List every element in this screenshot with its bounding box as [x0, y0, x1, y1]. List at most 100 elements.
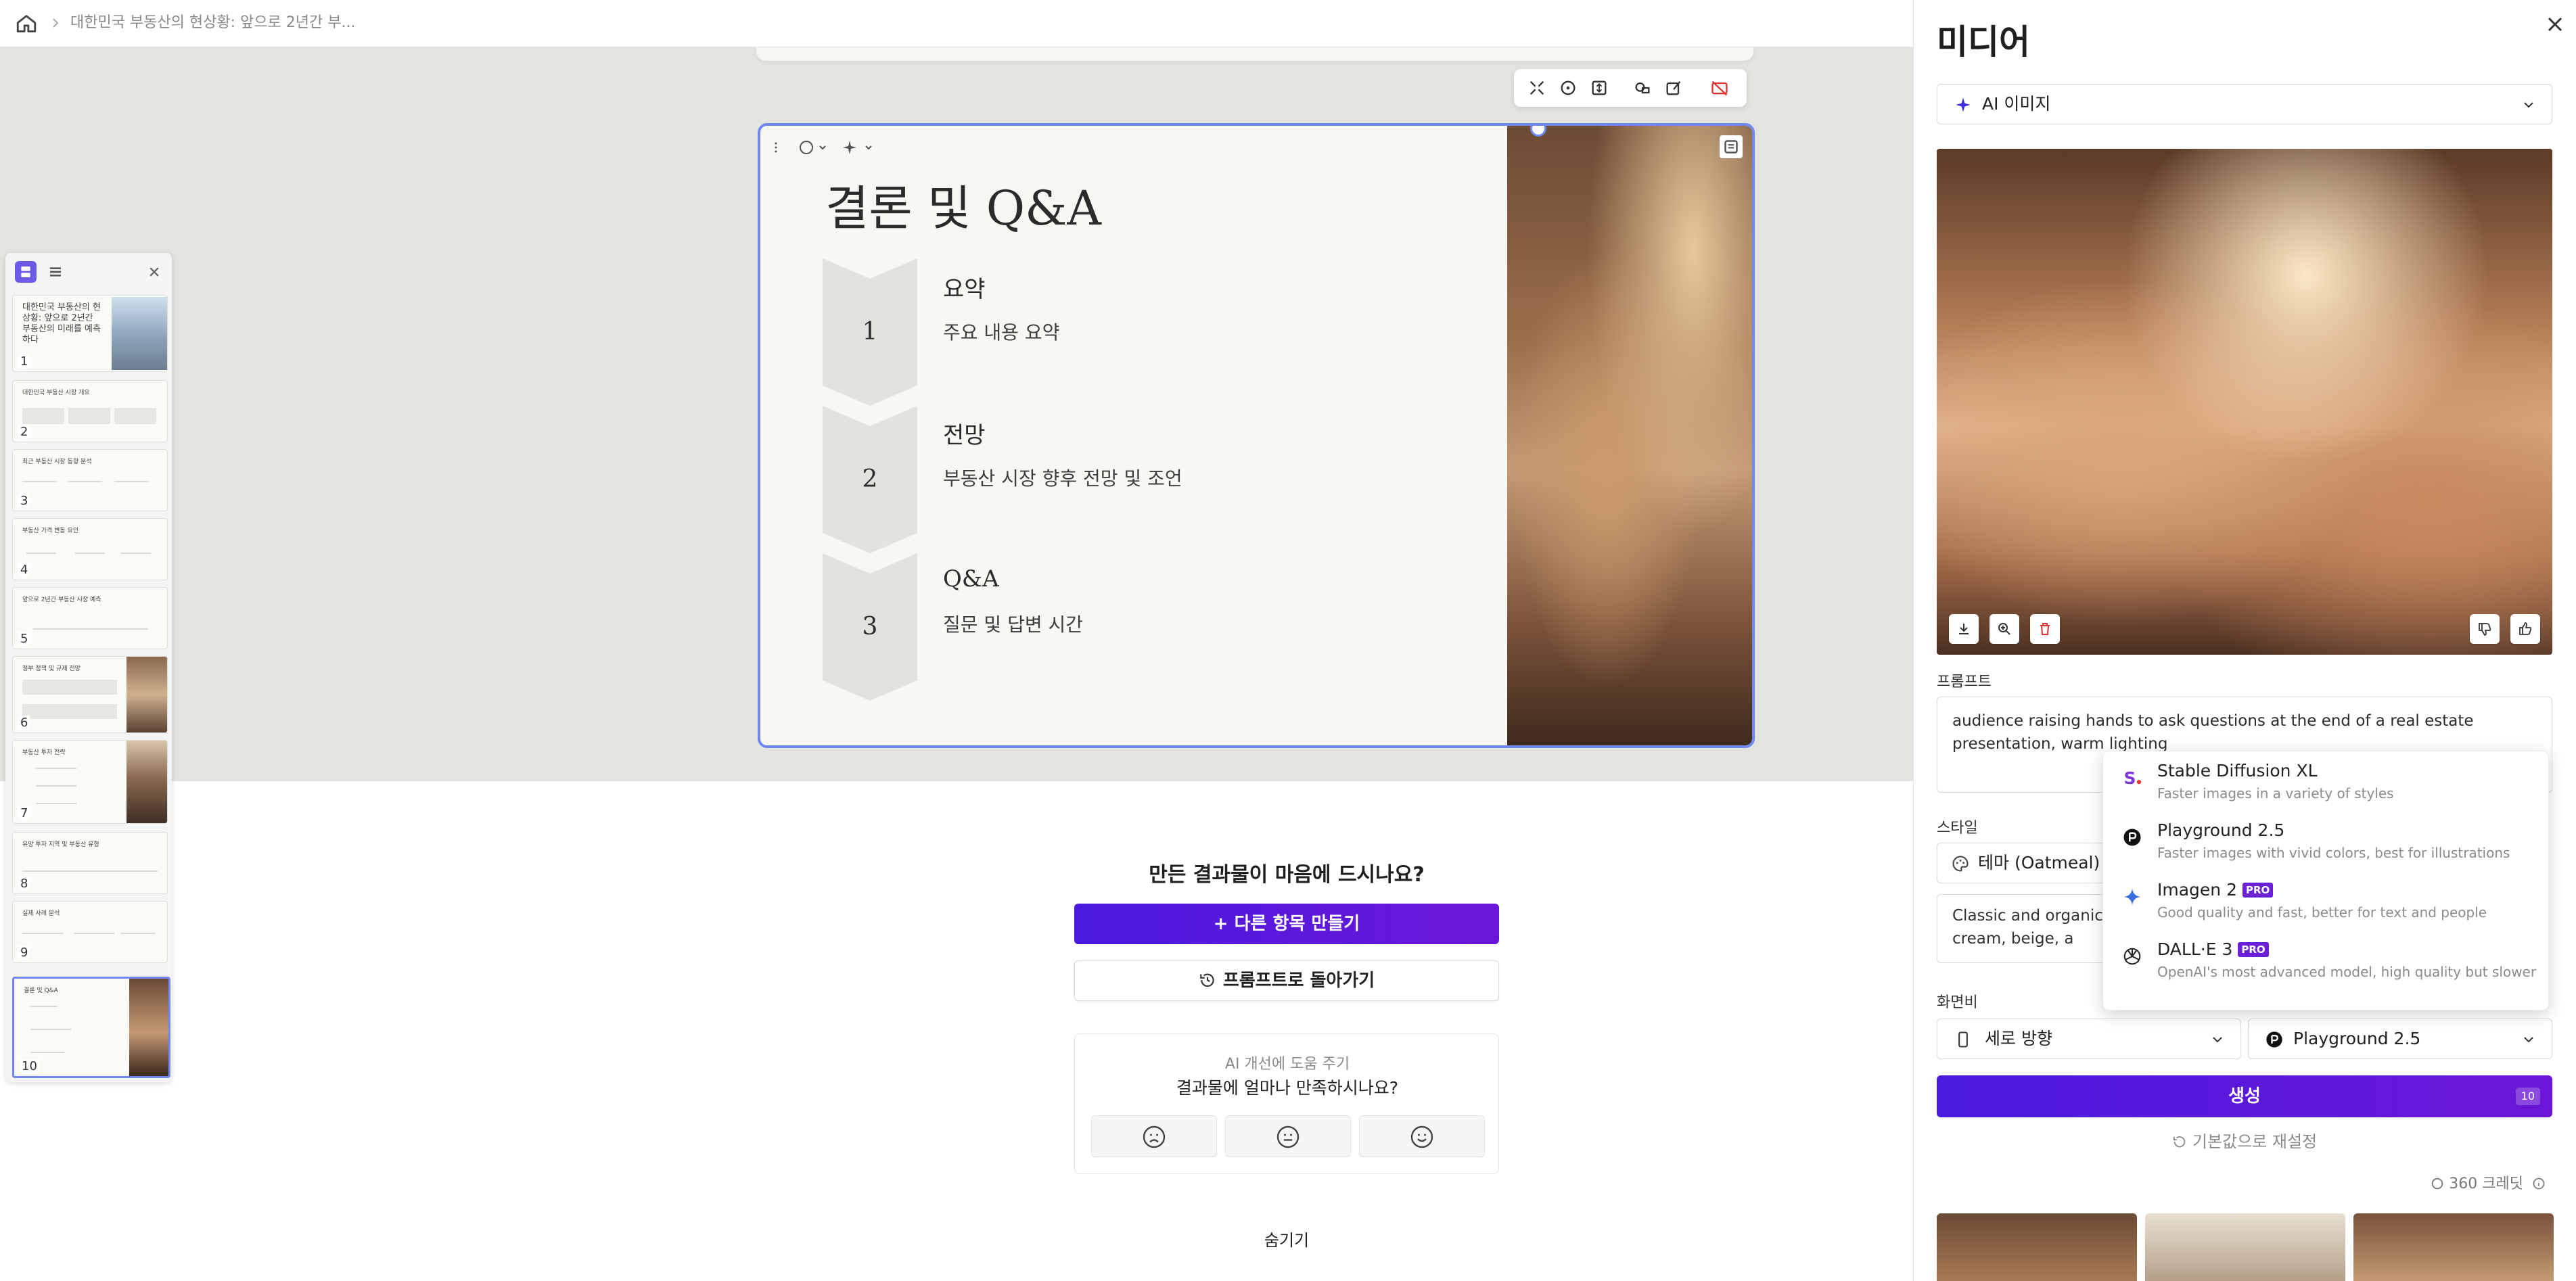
step-chevron-2: 2 — [823, 406, 917, 553]
feedback-satisfaction: 결과물에 얼마나 만족하시나요? — [1176, 1078, 1399, 1098]
thumbnail-image — [127, 741, 167, 823]
sad-face-button[interactable] — [1091, 1115, 1217, 1157]
generate-button[interactable]: 생성 10 — [1937, 1075, 2552, 1117]
generated-image-preview[interactable] — [1937, 149, 2552, 655]
make-another-button[interactable]: + 다른 항목 만들기 — [1074, 904, 1499, 944]
item-heading[interactable]: Q&A — [943, 565, 999, 592]
back-to-prompt-button[interactable]: 프롬프트로 돌아가기 — [1074, 960, 1499, 1001]
slide-thumbnail-10-active[interactable]: 결론 및 Q&A 10 — [12, 977, 170, 1078]
step-number: 3 — [862, 613, 878, 640]
model-option-dalle[interactable]: DALL·E 3 PRO OpenAI's most advanced model… — [2103, 931, 2550, 989]
home-icon[interactable] — [15, 12, 38, 35]
step-chevron-1: 1 — [823, 258, 917, 406]
ai-sparkle-icon[interactable] — [840, 135, 877, 160]
slide-thumbnail-9[interactable]: 실제 사례 분석 9 — [12, 901, 168, 963]
chevron-right-icon — [47, 15, 64, 31]
fit-icon[interactable] — [1590, 78, 1609, 97]
image-options-icon[interactable] — [1720, 135, 1743, 158]
thumbnail-image — [129, 979, 168, 1076]
replace-image-icon[interactable] — [1633, 78, 1652, 97]
model-option-sdxl[interactable]: S Stable Diffusion XL Faster images in a… — [2103, 753, 2550, 811]
list-view-icon[interactable] — [45, 261, 66, 283]
happy-face-button[interactable] — [1359, 1115, 1485, 1157]
focus-icon[interactable] — [1559, 78, 1578, 97]
item-description[interactable]: 질문 및 답변 시간 — [943, 610, 1083, 637]
more-vertical-icon[interactable] — [770, 135, 782, 160]
download-icon[interactable] — [1949, 614, 1979, 644]
slide-thumbnail-2[interactable]: 대한민국 부동산 시장 개요 2 — [12, 380, 168, 442]
grid-view-icon[interactable] — [15, 261, 37, 283]
thumbs-up-icon[interactable] — [2510, 614, 2540, 644]
item-heading[interactable]: 전망 — [943, 417, 986, 450]
slide-thumbnail-3[interactable]: 최근 부동산 시장 동향 분석 3 — [12, 449, 168, 511]
breadcrumb-title[interactable]: 대한민국 부동산의 현상황: 앞으로 2년간 부... — [70, 9, 355, 37]
slide-thumbnail-8[interactable]: 유망 투자 지역 및 부동산 유형 8 — [12, 832, 168, 894]
portrait-icon — [1954, 1030, 1973, 1049]
history-image-1[interactable] — [1937, 1213, 2137, 1281]
ratio-label: 화면비 — [1937, 994, 1978, 1011]
edit-icon[interactable] — [1664, 78, 1683, 97]
slide-thumbnail-6[interactable]: 정부 정책 및 규제 전망 6 — [12, 656, 168, 733]
chevron-down-icon — [2209, 1031, 2226, 1048]
thumbnail-image — [112, 297, 167, 370]
credit-coin-icon — [2430, 1176, 2445, 1191]
slide-title[interactable]: 결론 및 Q&A — [825, 170, 1101, 239]
chevron-down-icon — [2521, 1031, 2537, 1048]
theme-palette-icon[interactable] — [796, 135, 829, 160]
model-option-playground[interactable]: Playground 2.5 Faster images with vivid … — [2103, 812, 2550, 870]
neutral-face-button[interactable] — [1225, 1115, 1351, 1157]
zoom-icon[interactable] — [1990, 614, 2019, 644]
model-dropdown: S Stable Diffusion XL Faster images in a… — [2102, 751, 2549, 1010]
item-description[interactable]: 부동산 시장 향후 전망 및 조언 — [943, 464, 1182, 491]
info-icon[interactable] — [2532, 1177, 2546, 1190]
palette-icon — [1951, 854, 1970, 873]
trash-icon[interactable] — [2030, 614, 2060, 644]
slide-thumbnail-1[interactable]: 대한민국 부동산의 현상황: 앞으로 2년간 부동산의 미래를 예측하다 1 — [12, 295, 168, 372]
stability-logo-icon: S — [2122, 768, 2142, 788]
previous-slide-edge — [756, 47, 1753, 61]
step-chevron-3: 3 — [823, 553, 917, 701]
credit-cost-badge: 10 — [2515, 1088, 2540, 1105]
delete-image-icon[interactable] — [1710, 78, 1729, 97]
resize-handle[interactable] — [1530, 126, 1546, 137]
chevron-down-icon — [2521, 97, 2537, 113]
media-type-select[interactable]: AI 이미지 — [1937, 84, 2552, 124]
top-bar: 대한민국 부동산의 현상황: 앞으로 2년간 부... — [0, 0, 1913, 47]
image-toolbar — [1514, 69, 1747, 107]
item-description[interactable]: 주요 내용 요약 — [943, 318, 1059, 345]
orientation-select[interactable]: 세로 방향 — [1937, 1019, 2241, 1059]
step-number: 1 — [862, 318, 878, 346]
gemini-star-icon — [2122, 887, 2142, 907]
playground-logo-icon — [2265, 1030, 2284, 1049]
reset-defaults-button[interactable]: 기본값으로 재설정 — [1937, 1128, 2552, 1152]
feedback-card: AI 개선에 도움 주기 결과물에 얼마나 만족하시나요? — [1074, 1033, 1499, 1174]
item-heading[interactable]: 요약 — [943, 271, 986, 304]
feedback-question: 만든 결과물이 마음에 드시나요? — [1149, 863, 1425, 887]
pro-badge: PRO — [2242, 883, 2274, 898]
close-icon[interactable] — [2543, 12, 2567, 37]
history-icon — [1199, 971, 1216, 989]
slide-thumbnail-4[interactable]: 부동산 가격 변동 요인 4 — [12, 518, 168, 580]
thumbs-down-icon[interactable] — [2470, 614, 2500, 644]
reset-icon — [2172, 1134, 2187, 1149]
history-image-3[interactable] — [2353, 1213, 2554, 1281]
slide-thumbnail-5[interactable]: 앞으로 2년간 부동산 시장 예측 5 — [12, 587, 168, 649]
sparkle-icon — [1954, 95, 1973, 114]
thumbnail-image — [127, 657, 167, 732]
style-label: 스타일 — [1937, 820, 1978, 837]
step-number: 2 — [862, 465, 878, 493]
collapse-icon[interactable] — [1527, 78, 1546, 97]
slide-card[interactable]: 결론 및 Q&A 1 요약 주요 내용 요약 2 전망 부동산 시장 향후 전망… — [758, 123, 1755, 748]
hide-button[interactable]: 숨기기 — [1074, 1227, 1499, 1251]
close-icon[interactable] — [145, 262, 164, 281]
model-option-imagen[interactable]: Imagen 2 PRO Good quality and fast, bette… — [2103, 872, 2550, 930]
media-panel: 미디어 AI 이미지 프롬프트 audience raising hands t… — [1913, 0, 2576, 1281]
model-select[interactable]: Playground 2.5 — [2248, 1019, 2552, 1059]
slide-thumbnail-panel: 대한민국 부동산의 현상황: 앞으로 2년간 부동산의 미래를 예측하다 1 대… — [5, 253, 172, 1082]
slide-thumbnail-7[interactable]: 부동산 투자 전략 7 — [12, 740, 168, 824]
pro-badge: PRO — [2238, 942, 2269, 957]
feedback-help-label: AI 개선에 도움 주기 — [1224, 1056, 1350, 1073]
history-image-2[interactable] — [2145, 1213, 2345, 1281]
openai-logo-icon — [2122, 946, 2142, 966]
slide-image-audience[interactable] — [1507, 126, 1752, 745]
